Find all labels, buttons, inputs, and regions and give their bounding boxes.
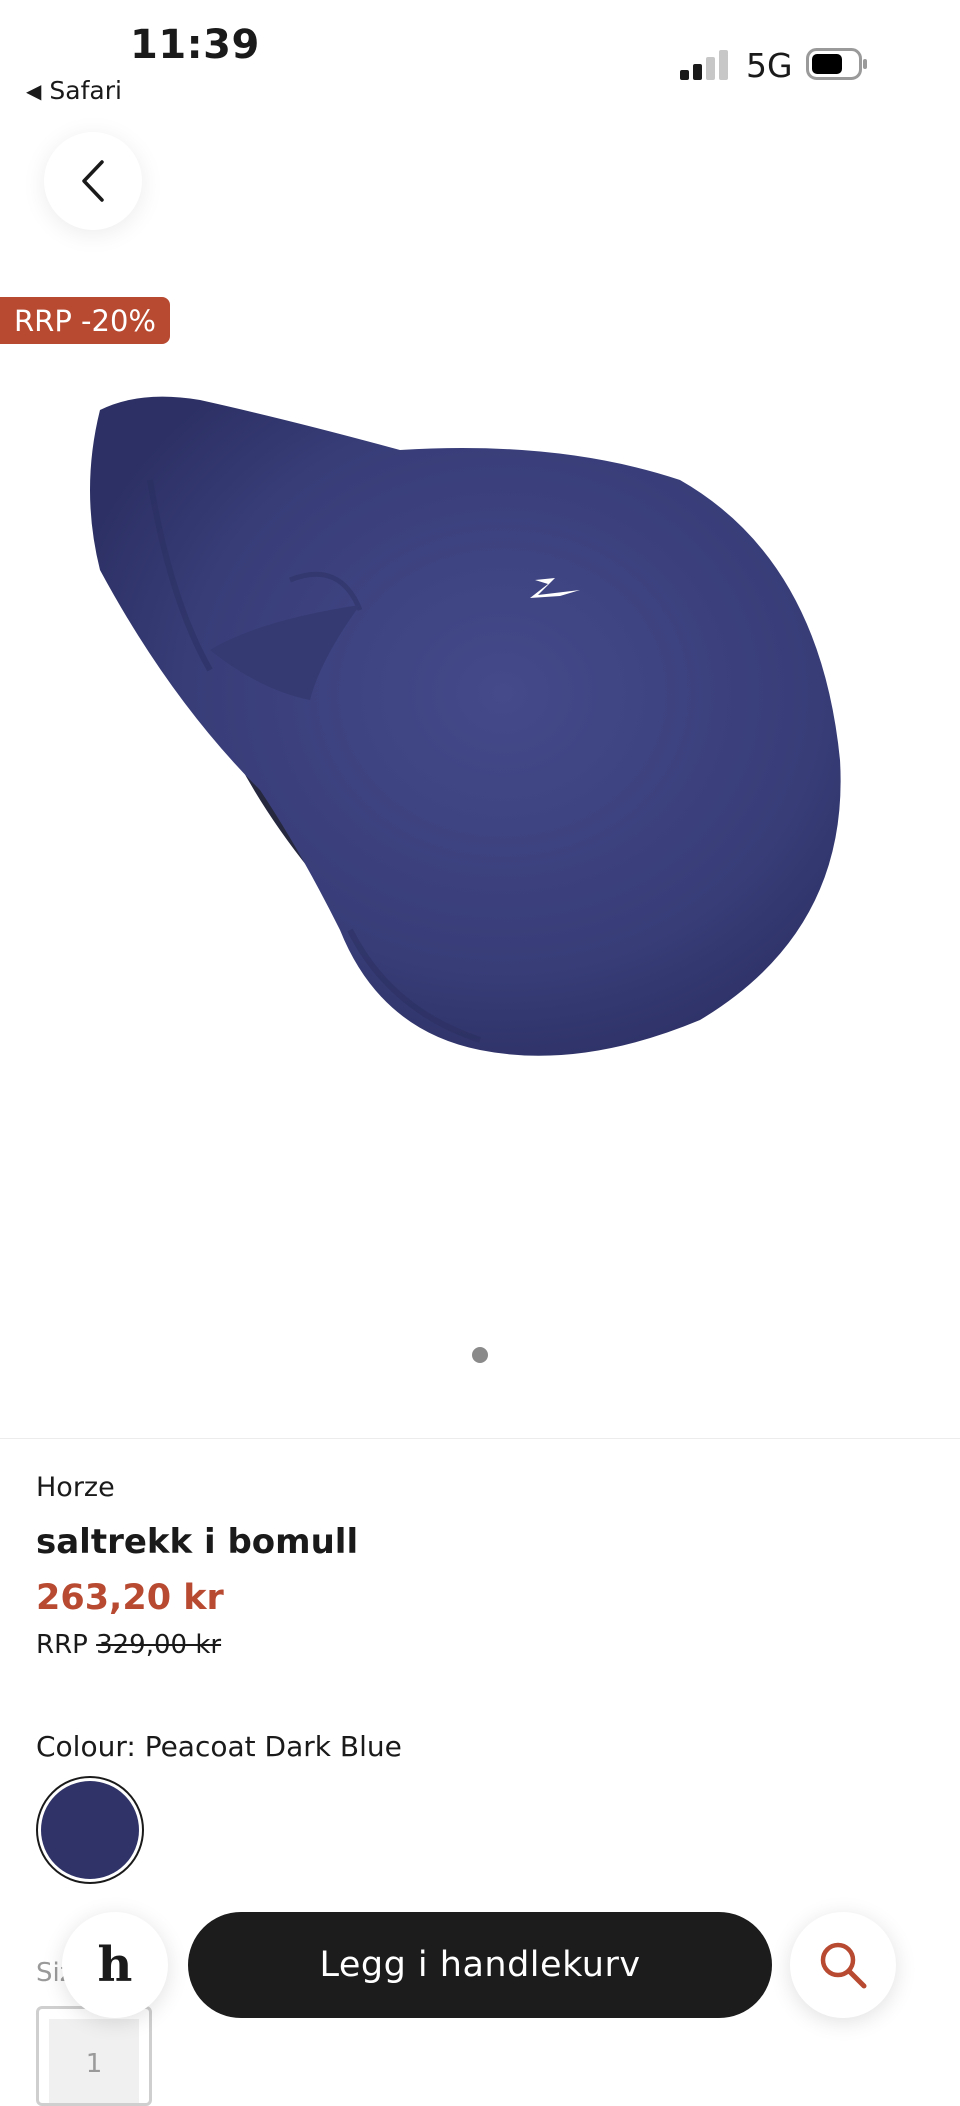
- colour-swatch-peacoat[interactable]: [36, 1776, 144, 1884]
- status-time: 11:39: [130, 22, 260, 68]
- add-to-cart-button[interactable]: Legg i handlekurv: [188, 1912, 772, 2018]
- product-brand[interactable]: Horze: [36, 1472, 115, 1503]
- carousel-dot-active[interactable]: [472, 1347, 488, 1363]
- home-logo-button[interactable]: h: [62, 1912, 168, 2018]
- back-to-safari-link[interactable]: ◀ Safari: [26, 76, 122, 105]
- back-triangle-icon: ◀: [26, 78, 42, 103]
- back-app-label: Safari: [49, 76, 122, 105]
- divider: [0, 1438, 960, 1439]
- search-button[interactable]: [790, 1912, 896, 2018]
- product-price: 263,20 kr: [36, 1578, 224, 1618]
- size-option-value: 1: [85, 2049, 103, 2079]
- product-image[interactable]: [60, 370, 880, 1070]
- rrp-price: RRP 329,00 kr: [36, 1630, 221, 1660]
- back-button[interactable]: [44, 132, 142, 230]
- colour-label: Colour: Peacoat Dark Blue: [36, 1730, 402, 1763]
- product-title: saltrekk i bomull: [36, 1522, 359, 1562]
- battery-icon: [806, 48, 867, 80]
- rrp-prefix: RRP: [36, 1630, 88, 1660]
- rrp-old-price: 329,00 kr: [96, 1630, 222, 1660]
- swatch-fill: [41, 1781, 139, 1879]
- size-option-1[interactable]: 1: [36, 2006, 152, 2106]
- search-icon: [820, 1942, 867, 1989]
- signal-strength-icon: [680, 48, 732, 80]
- network-label: 5G: [746, 46, 793, 85]
- chevron-left-icon: [82, 160, 104, 202]
- logo-letter: h: [97, 1937, 133, 1993]
- discount-badge: RRP -20%: [0, 297, 170, 344]
- status-bar: 11:39 ◀ Safari 5G: [0, 0, 960, 120]
